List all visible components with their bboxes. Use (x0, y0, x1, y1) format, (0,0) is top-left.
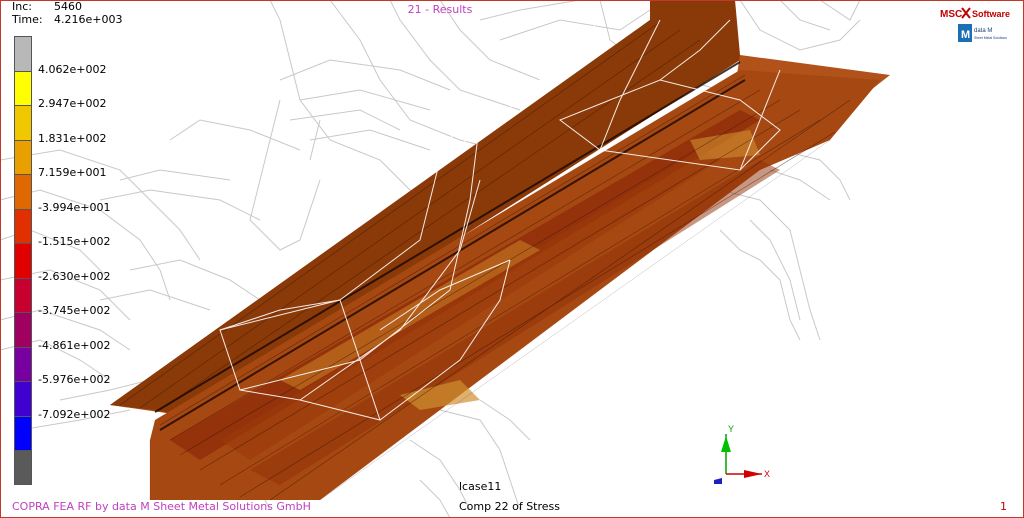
legend-value-label: -7.092e+002 (38, 407, 111, 421)
legend-swatch (14, 381, 32, 416)
legend-value-label: 1.831e+002 (38, 131, 107, 145)
legend-swatch (14, 312, 32, 347)
x-axis-label: X (764, 469, 770, 479)
x-axis-arrow-icon (744, 470, 762, 478)
legend-value-label: -5.976e+002 (38, 373, 111, 386)
legend-value-label: -3.994e+001 (38, 200, 111, 214)
software-logo-text: Software (972, 9, 1010, 19)
datam-logo-subtext: Sheet Metal Solutions (974, 36, 1007, 40)
legend-value-label: 2.947e+002 (38, 97, 107, 110)
msc-logo-text: MSC (940, 9, 962, 20)
svg-text:M: M (961, 29, 970, 41)
legend-swatch (14, 277, 32, 312)
view-title: 21 - Results (407, 3, 473, 16)
results-viewport[interactable]: Inc: 5460 Time: 4.216e+003 21 - Results 4.… (0, 0, 1024, 518)
legend-swatch (14, 208, 32, 243)
legend-value-label: 4.062e+002 (38, 62, 107, 76)
legend-value-label: -3.745e+002 (38, 304, 111, 317)
legend-swatch (14, 346, 32, 381)
legend-value-label: -4.861e+002 (38, 338, 111, 352)
y-axis-arrow-icon (721, 436, 731, 452)
legend-swatch (14, 36, 32, 71)
legend-value-label: 7.159e+001 (38, 166, 107, 179)
z-axis-icon (714, 478, 722, 484)
legend-swatch (14, 174, 32, 209)
software-credit: COPRA FEA RF by data M Sheet Metal Solut… (12, 500, 311, 513)
datam-logo-text: data M (974, 28, 992, 34)
legend-swatch (14, 415, 32, 450)
legend-value-label: -2.630e+002 (38, 269, 111, 283)
result-component: Comp 22 of Stress (459, 500, 561, 513)
msc-logo-x-icon (961, 7, 971, 19)
legend-swatch (14, 139, 32, 174)
y-axis-label: Y (728, 424, 734, 434)
legend-swatch (14, 105, 32, 140)
load-case-label: lcase11 (459, 480, 502, 493)
stress-legend-colorbar (14, 36, 34, 485)
legend-swatch (14, 243, 32, 278)
fea-model-view[interactable] (0, 0, 1024, 518)
axis-triad: Y X (714, 424, 770, 484)
msc-datam-logo: MSC Software M data M Sheet Metal Soluti… (940, 7, 1010, 42)
legend-swatch (14, 450, 32, 485)
legend-value-label: -1.515e+002 (38, 235, 111, 248)
legend-swatch (14, 70, 32, 105)
page-number: 1 (1000, 500, 1007, 513)
